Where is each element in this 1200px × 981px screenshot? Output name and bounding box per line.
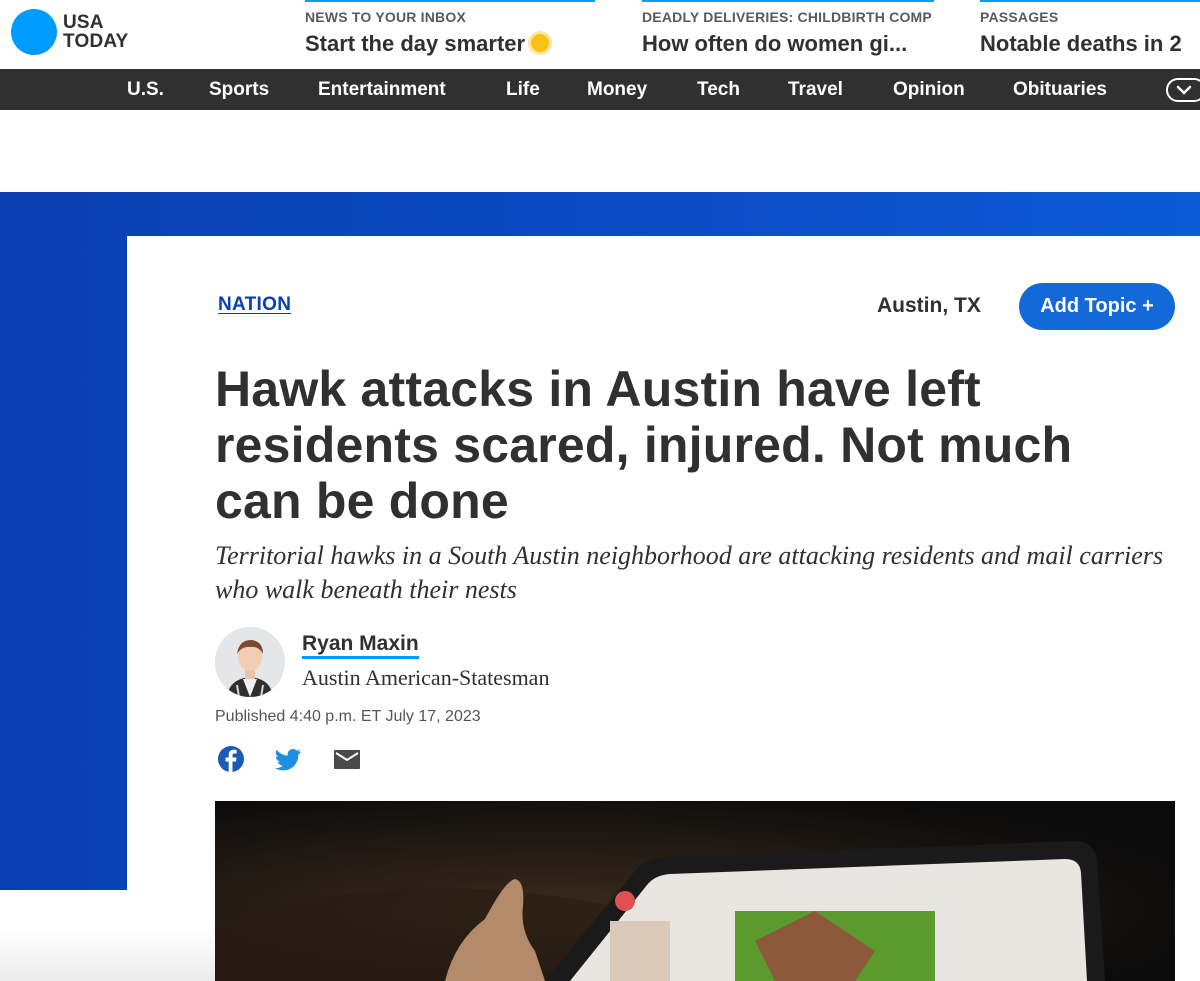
- logo-line-1: USA: [63, 12, 104, 33]
- promo-kicker: PASSAGES: [980, 9, 1059, 25]
- bottom-shade: [0, 930, 215, 981]
- promo-title: Notable deaths in 2: [980, 31, 1182, 56]
- nav-item-sports[interactable]: Sports: [209, 69, 269, 110]
- twitter-icon[interactable]: [274, 745, 302, 773]
- location-label: Austin, TX: [877, 294, 981, 317]
- promo-newsletter[interactable]: NEWS TO YOUR INBOX Start the day smarter: [305, 0, 595, 69]
- nav-item-money[interactable]: Money: [587, 69, 647, 110]
- topic-link-nation[interactable]: NATION: [218, 294, 291, 316]
- promo-kicker: NEWS TO YOUR INBOX: [305, 9, 466, 25]
- nav-item-opinion[interactable]: Opinion: [893, 69, 965, 110]
- author-name-link[interactable]: Ryan Maxin: [302, 632, 419, 659]
- email-icon[interactable]: [333, 745, 361, 773]
- nav-more-button[interactable]: [1166, 78, 1200, 102]
- add-topic-button[interactable]: Add Topic +: [1019, 283, 1175, 330]
- usa-today-logo[interactable]: USA TODAY: [11, 9, 128, 55]
- article-headline: Hawk attacks in Austin have left residen…: [215, 361, 1073, 529]
- nav-item-life[interactable]: Life: [506, 69, 540, 110]
- logo-text: USA TODAY: [63, 13, 128, 51]
- top-bar: USA TODAY NEWS TO YOUR INBOX Start the d…: [0, 0, 1200, 69]
- promo-kicker: DEADLY DELIVERIES: CHILDBIRTH COMP: [642, 9, 932, 25]
- author-organization: Austin American-Statesman: [302, 665, 550, 690]
- facebook-icon[interactable]: [217, 745, 245, 773]
- promo-title: How often do women gi...: [642, 31, 908, 56]
- nav-item-tech[interactable]: Tech: [697, 69, 740, 110]
- nav-item-obituaries[interactable]: Obituaries: [1013, 69, 1107, 110]
- published-timestamp: Published 4:40 p.m. ET July 17, 2023: [215, 708, 481, 725]
- promo-title: Start the day smarter: [305, 31, 550, 57]
- author-photo: [215, 627, 285, 697]
- author-avatar[interactable]: [215, 627, 285, 697]
- main-nav: U.S. Sports Entertainment Life Money Tec…: [0, 69, 1200, 110]
- promo-childbirth[interactable]: DEADLY DELIVERIES: CHILDBIRTH COMP How o…: [642, 0, 934, 69]
- logo-circle: [11, 9, 57, 55]
- promo-passages[interactable]: PASSAGES Notable deaths in 2: [980, 0, 1200, 69]
- nav-item-travel[interactable]: Travel: [788, 69, 843, 110]
- nav-item-entertainment[interactable]: Entertainment: [318, 69, 446, 110]
- chevron-down-icon: [1176, 85, 1192, 95]
- article-dek: Territorial hawks in a South Austin neig…: [215, 541, 1164, 604]
- nav-item-us[interactable]: U.S.: [127, 69, 164, 110]
- video-frame-image: [215, 801, 1175, 981]
- lead-video-thumbnail[interactable]: [215, 801, 1175, 981]
- logo-line-2: TODAY: [63, 31, 129, 52]
- sun-icon: [531, 34, 550, 52]
